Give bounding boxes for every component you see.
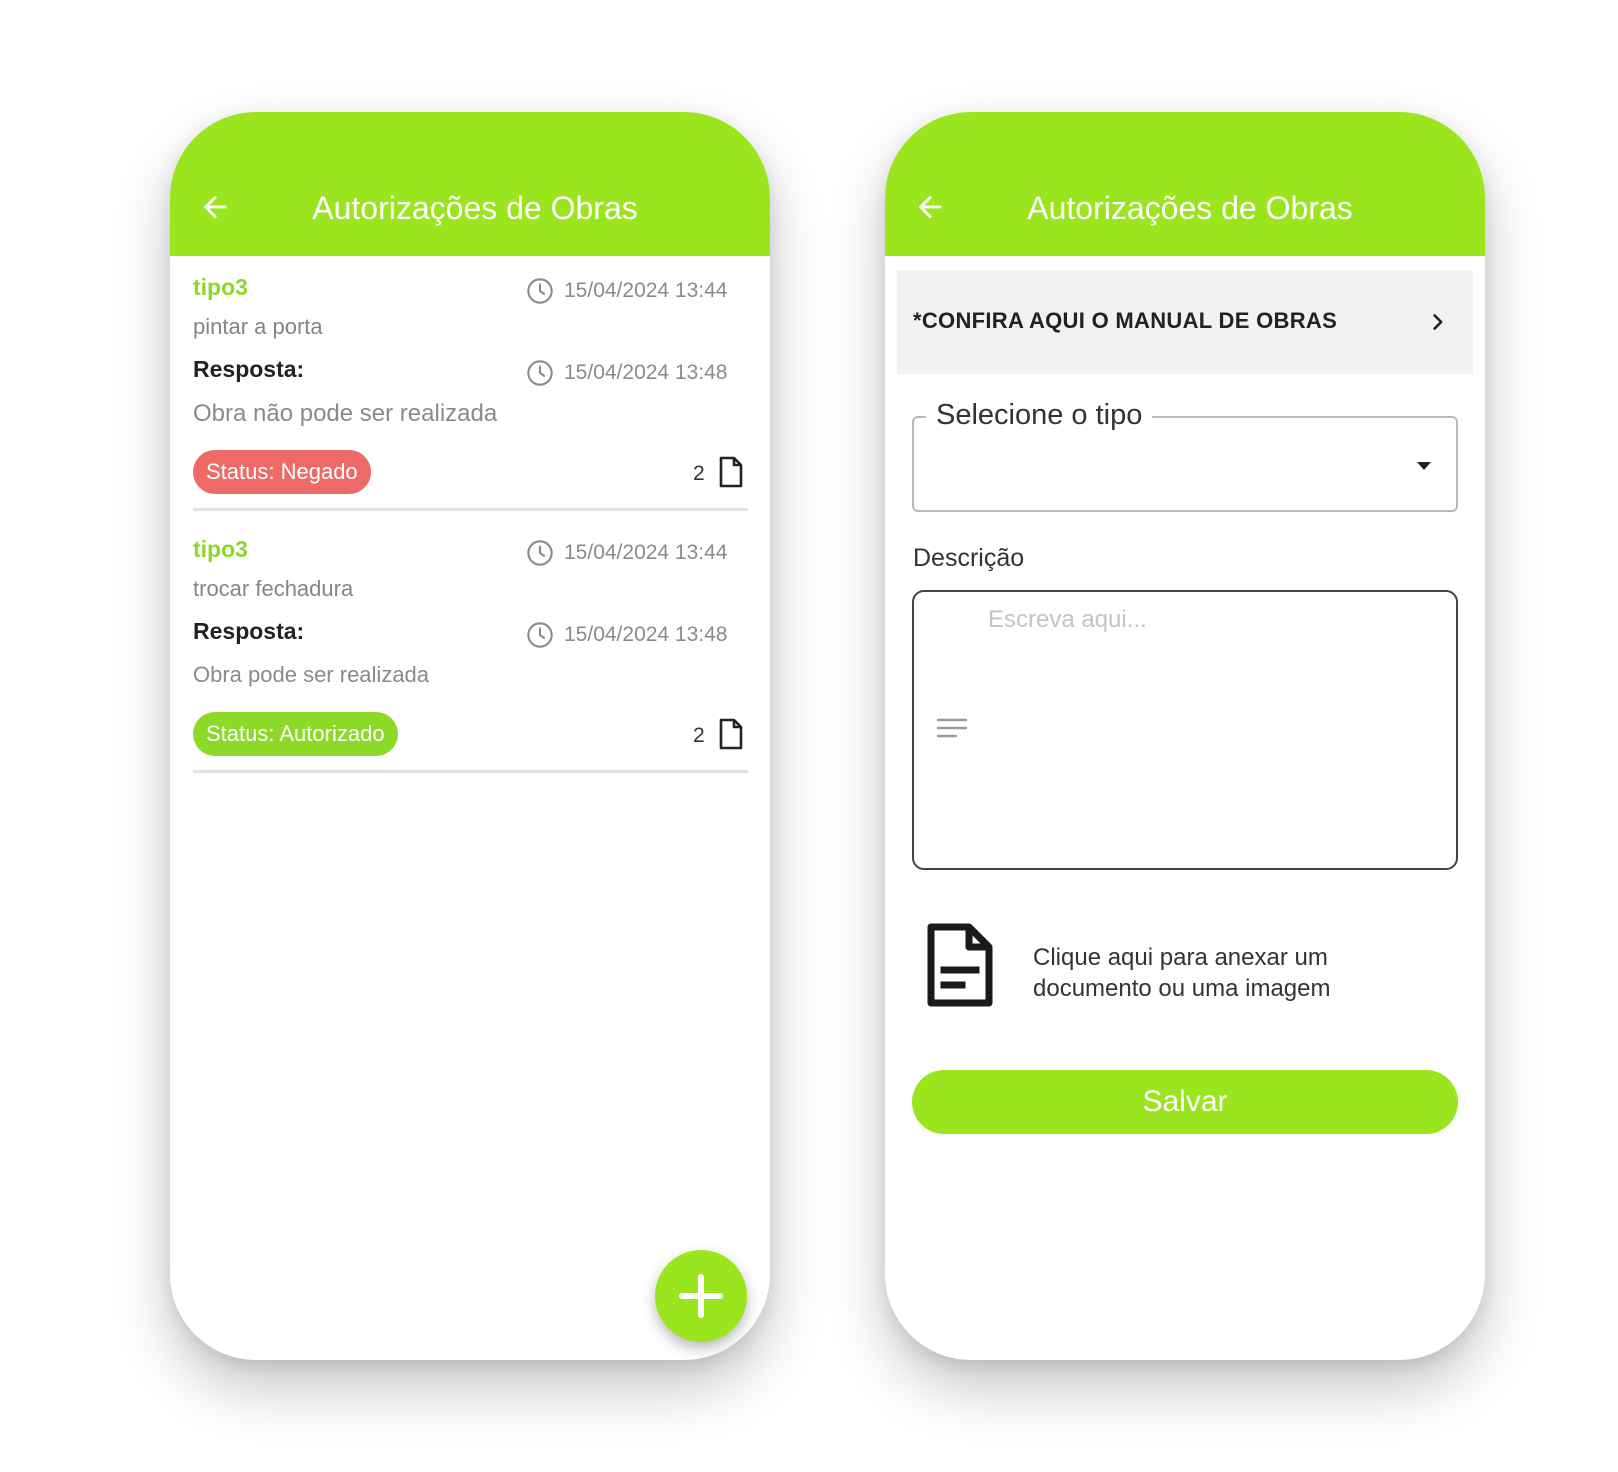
manual-link[interactable]: *CONFIRA AQUI O MANUAL DE OBRAS	[897, 270, 1473, 374]
response-timestamp: 15/04/2024 13:48	[526, 358, 728, 388]
item-type: tipo3	[193, 536, 248, 562]
created-timestamp: 15/04/2024 13:44	[526, 538, 728, 568]
type-select[interactable]: Selecione o tipo	[912, 398, 1458, 512]
attachment-count: 2	[693, 724, 705, 747]
created-timestamp: 15/04/2024 13:44	[526, 276, 728, 306]
type-select-label: Selecione o tipo	[926, 398, 1153, 432]
manual-link-label: *CONFIRA AQUI O MANUAL DE OBRAS	[913, 308, 1338, 333]
status-badge: Status: Autorizado	[193, 712, 398, 756]
attach-document-button[interactable]: Clique aqui para anexar um documento ou …	[925, 922, 1445, 1012]
description-input[interactable]	[988, 606, 1448, 856]
clock-icon	[527, 540, 553, 566]
response-text: Obra pode ser realizada	[193, 662, 430, 687]
page-title: Autorizações de Obras	[1027, 190, 1353, 226]
list-item[interactable]: tipo3 15/04/2024 13:44 trocar fechadura …	[193, 518, 748, 773]
attach-text-line: Clique aqui para anexar um	[1033, 944, 1328, 971]
clock-icon	[527, 278, 553, 304]
created-time-text: 15/04/2024 13:44	[564, 279, 728, 302]
clock-icon	[527, 622, 553, 648]
list-screen: Autorizações de Obras tipo3 15/04/2024 1…	[170, 112, 770, 1360]
item-type: tipo3	[193, 274, 248, 300]
attach-text: Clique aqui para anexar um documento ou …	[1033, 942, 1433, 1004]
add-button[interactable]	[655, 1250, 747, 1342]
status-badge: Status: Negado	[193, 450, 371, 494]
response-timestamp: 15/04/2024 13:48	[526, 620, 728, 650]
response-label: Resposta:	[193, 618, 305, 644]
form-screen: Autorizações de Obras *CONFIRA AQUI O MA…	[885, 112, 1485, 1360]
item-description: trocar fechadura	[193, 576, 354, 601]
plus-icon	[679, 1274, 723, 1318]
response-time-text: 15/04/2024 13:48	[564, 361, 728, 384]
response-time-text: 15/04/2024 13:48	[564, 623, 728, 646]
response-label: Resposta:	[193, 356, 305, 382]
attachment-count: 2	[693, 462, 705, 485]
clock-icon	[527, 360, 553, 386]
file-icon[interactable]	[718, 456, 744, 488]
save-button[interactable]: Salvar	[912, 1070, 1458, 1134]
attach-text-line: documento ou uma imagem	[1033, 975, 1331, 1002]
created-time-text: 15/04/2024 13:44	[564, 541, 728, 564]
response-text: Obra não pode ser realizada	[193, 400, 498, 427]
description-label: Descrição	[913, 544, 1025, 572]
file-icon[interactable]	[718, 718, 744, 750]
app-bar: Autorizações de Obras	[170, 112, 770, 256]
dropdown-arrow-icon	[1417, 462, 1431, 470]
description-box	[912, 590, 1458, 870]
text-lines-icon	[936, 718, 968, 738]
list-item[interactable]: tipo3 15/04/2024 13:44 pintar a porta Re…	[193, 256, 748, 511]
document-icon	[927, 923, 993, 1007]
app-bar: Autorizações de Obras	[885, 112, 1485, 256]
page-title: Autorizações de Obras	[312, 190, 638, 226]
item-description: pintar a porta	[193, 314, 323, 339]
chevron-right-icon	[1433, 314, 1443, 330]
